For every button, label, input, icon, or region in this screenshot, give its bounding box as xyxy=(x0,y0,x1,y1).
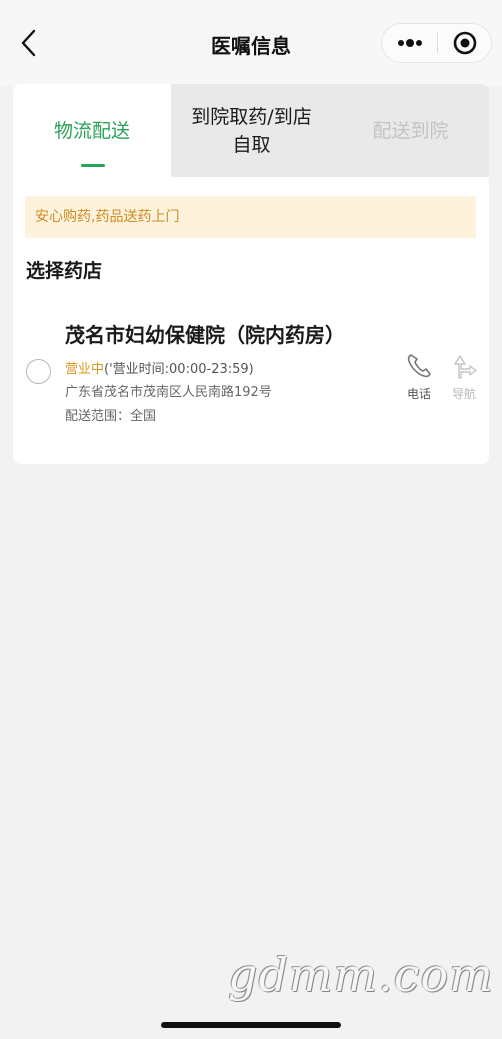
tab-deliver-to-hospital: 配送到院 xyxy=(332,84,489,177)
tab-label: 到院取药/到店自取 xyxy=(191,105,312,156)
home-indicator xyxy=(161,1022,341,1028)
more-dots-icon xyxy=(398,39,422,47)
section-title: 选择药店 xyxy=(26,260,103,282)
tab-label: 物流配送 xyxy=(53,119,130,142)
store-hours: ('营业时间:00:00-23:59) xyxy=(104,362,254,377)
tab-pickup[interactable]: 到院取药/到店自取 xyxy=(171,84,332,177)
store-hours-line: 营业中('营业时间:00:00-23:59) xyxy=(65,358,254,377)
store-address: 广东省茂名市茂南区人民南路192号 xyxy=(65,385,272,400)
more-button[interactable] xyxy=(382,24,437,62)
navbar: 医嘱信息 xyxy=(0,0,502,86)
delivery-tabs: 物流配送 到院取药/到店自取 配送到院 xyxy=(13,84,489,177)
mini-program-capsule xyxy=(381,23,492,63)
close-button[interactable] xyxy=(438,24,492,62)
tab-label: 配送到院 xyxy=(372,119,449,142)
phone-icon xyxy=(407,354,431,378)
store-status: 营业中 xyxy=(65,362,105,377)
store-name: 茂名市妇幼保健院（院内药房） xyxy=(65,323,345,347)
store-radio[interactable] xyxy=(26,359,51,384)
notice-banner: 安心购药,药品送药上门 xyxy=(25,196,476,238)
delivery-range: 配送范围：全国 xyxy=(65,409,157,424)
pharmacy-card: 物流配送 到院取药/到店自取 配送到院 安心购药,药品送药上门 选择药店 茂名市… xyxy=(13,84,489,464)
phone-button[interactable]: 电话 xyxy=(402,352,436,402)
page: 医嘱信息 物流配送 到院取药/到店自取 配送到院 安心购药,药品送药上门 选择药… xyxy=(0,0,502,1039)
watermark: gdmm.com xyxy=(228,948,494,1002)
navigation-button[interactable]: 导航 xyxy=(447,352,481,402)
phone-label: 电话 xyxy=(406,387,431,401)
target-circle-icon xyxy=(453,31,477,55)
navigation-label: 导航 xyxy=(451,387,476,401)
store-item[interactable]: 茂名市妇幼保健院（院内药房） 营业中('营业时间:00:00-23:59) 广东… xyxy=(13,314,489,434)
active-tab-indicator xyxy=(81,164,105,167)
navigation-icon xyxy=(454,355,477,379)
